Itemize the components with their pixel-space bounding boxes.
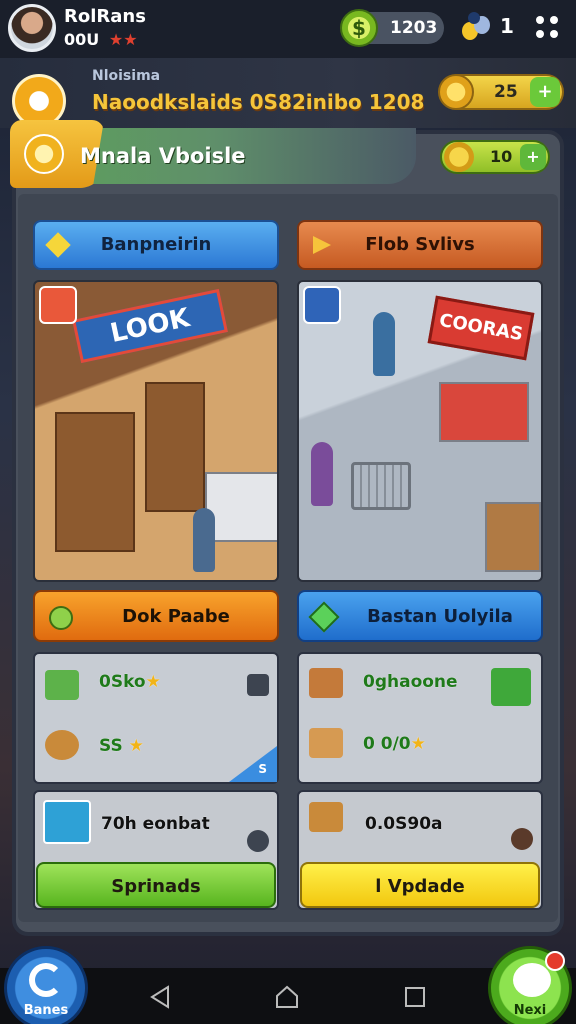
action-button-right[interactable]: Bastan Uolyila [297,590,543,642]
notification-dot-icon [545,951,565,971]
panel-coin-value: 10 [490,147,513,166]
corner-tag-label: S [258,762,267,776]
cash-value: 25 [494,82,518,102]
panel-add-button[interactable]: + [520,144,546,170]
home-alert-icon[interactable] [39,286,77,324]
close-icon[interactable] [247,830,269,852]
store-scene-right[interactable]: COORAS [297,280,543,582]
cash-stack-icon [45,670,79,700]
next-fab[interactable]: Nexi [488,946,572,1024]
stats-card-left: 0Sko★ SS ★ S [33,652,279,784]
package-icon [309,802,343,832]
check-icon [49,606,73,630]
bottom-card-text: 0.0S90a [365,814,443,834]
star-icon: ★ [410,734,426,754]
home-icon[interactable] [274,984,300,1010]
panel-coin-counter[interactable]: 10 + [440,140,550,174]
shelf [145,382,205,512]
look-sign: LOOK [72,288,228,364]
sub-header-label: Nloisima [92,68,161,84]
tab-right[interactable]: Flob Svlivs [297,220,543,270]
player-name: RolRans [64,6,146,27]
gem-value: 1 [500,14,514,38]
green-button-label: Sprinads [111,876,201,897]
money-pile-icon [43,800,91,844]
action-button-left[interactable]: Dok Paabe [33,590,279,642]
shopping-cart [351,462,411,510]
back-icon[interactable] [148,984,174,1010]
player-stars: ★★ [108,30,138,49]
coin-icon: $ [340,9,378,47]
stat-row: SS ★ [99,736,144,756]
store-scene-left[interactable]: LOOK [33,280,279,582]
fab-right-label: Nexi [513,1003,547,1018]
tab-right-label: Flob Svlivs [365,234,475,255]
stat-row: 0ghaoone [363,672,458,692]
stat-value: 0 0/0 [363,734,411,754]
stat-value: 0Sko [99,672,146,692]
shelf [55,412,135,552]
update-button[interactable]: l Vpdade [300,862,540,908]
menu-grid-icon[interactable] [536,16,560,40]
coin-value: 1203 [390,18,438,38]
store-sign: COORAS [427,295,535,361]
refresh-icon [29,963,63,997]
stat-row: 0Sko★ [99,672,161,692]
star-icon: ★ [145,672,161,692]
action-left-label: Dok Paabe [122,606,230,627]
corner-tag: S [229,746,277,782]
shopper-figure [193,508,215,572]
cash-add-button[interactable]: + [530,77,560,107]
checkout-counter [205,472,277,542]
coin-counter[interactable]: $ 1203 [340,9,444,47]
stat-value: 0ghaoone [363,672,458,692]
stats-card-right: 0ghaoone 0 0/0★ [297,652,543,784]
refresh-fab[interactable]: Banes [4,946,88,1024]
crate-stack [485,502,541,572]
sub-header-title: Naoodkslaids 0S82inibo 1208 [92,90,425,114]
tab-left[interactable]: Banpneirin [33,220,279,270]
cash-counter[interactable]: 25 + [438,74,564,110]
tool-icon [45,730,79,760]
green-action-button[interactable]: Sprinads [36,862,276,908]
gems-icon [462,12,494,44]
panel-title: Mnala Vboisle [80,144,246,168]
panel-coin-icon [444,142,474,172]
crate-icon [309,668,343,698]
recent-apps-icon[interactable] [402,984,428,1010]
player-level-value: 00U [64,30,100,49]
gem-icon [308,601,340,633]
tab-left-label: Banpneirin [100,234,212,255]
house-icon[interactable] [303,286,341,324]
store-badge-icon[interactable] [12,74,66,128]
bottom-card-text: 70h eonbat [101,814,210,834]
cash-coin-icon [438,74,474,110]
key-icon [24,134,64,174]
fab-left-label: Banes [23,1003,69,1018]
hammer-icon[interactable] [511,828,533,850]
star-icon: ★ [128,736,144,756]
shopper-figure [311,442,333,506]
stat-value: SS [99,736,123,756]
stat-row: 0 0/0★ [363,734,426,754]
register-icon[interactable] [491,668,531,706]
action-right-label: Bastan Uolyila [367,606,513,627]
box-icon[interactable] [247,674,269,696]
boxes-icon [309,728,343,758]
player-avatar[interactable] [8,4,56,52]
player-level: 00U ★★ [64,30,138,49]
update-button-label: l Vpdade [375,876,465,897]
display-counter [439,382,529,442]
shopper-figure [373,312,395,376]
mascot-icon [513,963,551,997]
